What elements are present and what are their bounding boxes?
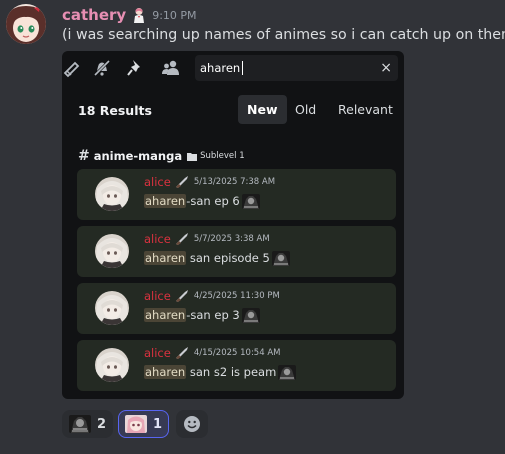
dark-character-emoji <box>278 364 297 380</box>
text-caret <box>242 61 243 75</box>
search-result[interactable]: alice 5/7/2025 3:38 AM aharen san episode … <box>77 226 396 277</box>
avatar[interactable] <box>6 4 46 44</box>
result-text-rest: -san ep 3 <box>186 308 240 322</box>
dark-character-emoji <box>271 250 290 266</box>
message-header: cathery 9:10 PM <box>62 4 197 26</box>
search-result[interactable]: alice 5/13/2025 7:38 AM aharen -san ep 6 <box>77 169 396 220</box>
dark-character-emoji <box>241 307 260 323</box>
role-icon <box>134 8 145 23</box>
result-meta: alice 4/15/2025 10:54 AM <box>144 346 281 360</box>
result-text-rest: -san ep 6 <box>186 194 240 208</box>
result-author[interactable]: alice <box>144 175 171 189</box>
bell-off-icon[interactable] <box>92 58 112 78</box>
avatar-image <box>6 4 46 44</box>
result-text-rest: san s2 is peam <box>186 365 277 379</box>
avatar[interactable] <box>95 291 129 325</box>
search-result[interactable]: alice 4/15/2025 10:54 AM aharen san s2 is … <box>77 340 396 391</box>
message-text: (i was searching up names of animes so i… <box>62 27 505 43</box>
result-text-rest: san episode 5 <box>186 251 270 265</box>
result-text: aharen -san ep 6 <box>144 193 260 209</box>
message-timestamp: 9:10 PM <box>152 8 197 22</box>
result-author[interactable]: alice <box>144 232 171 246</box>
result-date: 4/15/2025 10:54 AM <box>193 347 281 358</box>
close-icon[interactable]: × <box>380 58 392 78</box>
result-author[interactable]: alice <box>144 346 171 360</box>
reaction-anime-girl[interactable]: 1 <box>118 410 170 438</box>
channel-header: # anime-manga Sublevel 1 <box>78 148 245 164</box>
reaction-count: 1 <box>153 416 163 432</box>
channel-name[interactable]: anime-manga <box>94 149 182 163</box>
result-author[interactable]: alice <box>144 289 171 303</box>
add-reaction-button[interactable] <box>176 410 208 438</box>
results-count: 18 Results <box>78 103 152 118</box>
anime-girl-emoji <box>125 415 147 433</box>
knife-icon <box>175 290 188 302</box>
dark-character-emoji <box>241 193 260 209</box>
tab-relevant[interactable]: Relevant <box>329 95 402 124</box>
search-highlight: aharen <box>144 365 187 379</box>
author-name[interactable]: cathery <box>62 6 126 24</box>
search-panel: × 18 Results New Old Relevant # anime-ma… <box>62 51 404 399</box>
search-box[interactable]: × <box>195 55 398 81</box>
result-text: aharen san episode 5 <box>144 250 290 266</box>
reaction-dark-character[interactable]: 2 <box>62 410 114 438</box>
chat-message: cathery 9:10 PM (i was searching up name… <box>0 0 505 454</box>
reaction-count: 2 <box>97 416 107 432</box>
knife-icon <box>175 176 188 188</box>
tab-old[interactable]: Old <box>286 95 325 124</box>
smiley-icon <box>184 416 200 432</box>
search-highlight: aharen <box>144 194 187 208</box>
folder-icon <box>187 152 198 161</box>
result-meta: alice 4/25/2025 11:30 PM <box>144 289 280 303</box>
search-result[interactable]: alice 4/25/2025 11:30 PM aharen -san ep 3 <box>77 283 396 334</box>
search-highlight: aharen <box>144 251 187 265</box>
slash-icon[interactable] <box>62 58 82 78</box>
result-text: aharen -san ep 3 <box>144 307 260 323</box>
avatar[interactable] <box>95 234 129 268</box>
knife-icon <box>175 233 188 245</box>
sublevel-label: Sublevel 1 <box>200 151 245 161</box>
avatar[interactable] <box>95 177 129 211</box>
result-date: 4/25/2025 11:30 PM <box>193 290 280 301</box>
tab-new[interactable]: New <box>238 95 287 124</box>
avatar[interactable] <box>95 348 129 382</box>
search-highlight: aharen <box>144 308 187 322</box>
hash-icon: # <box>78 148 90 164</box>
search-input[interactable] <box>200 59 370 77</box>
knife-icon <box>175 347 188 359</box>
result-date: 5/7/2025 3:38 AM <box>193 233 270 244</box>
pin-icon[interactable] <box>125 58 145 78</box>
result-text: aharen san s2 is peam <box>144 364 297 380</box>
toolbar: × <box>62 51 404 85</box>
result-meta: alice 5/13/2025 7:38 AM <box>144 175 276 189</box>
members-icon[interactable] <box>161 58 181 78</box>
dark-character-emoji <box>69 415 91 433</box>
result-meta: alice 5/7/2025 3:38 AM <box>144 232 270 246</box>
result-date: 5/13/2025 7:38 AM <box>193 176 276 187</box>
